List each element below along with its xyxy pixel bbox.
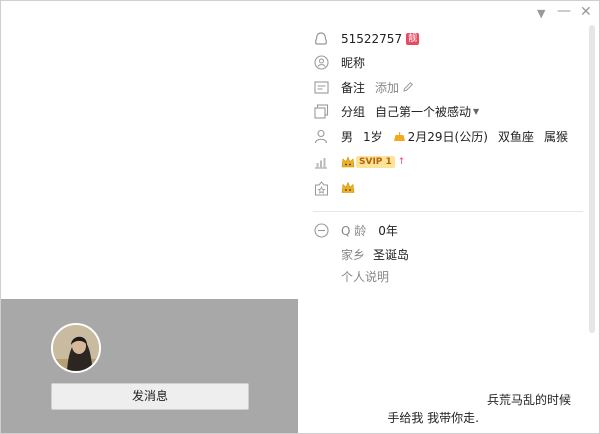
qq-number-row: 51522757 靓 [313,30,420,48]
signature-line-2: 手给我 我带你走. [387,411,479,425]
avatar[interactable] [51,323,101,373]
group-folder-icon [313,103,329,119]
remark-label: 备注 [341,80,366,95]
minus-circle-icon [313,222,329,238]
birthday: 2月29日(公历) [407,129,488,144]
level-row: SVIP 1 ↑ [313,153,405,171]
penguin-icon [313,31,329,47]
zodiac: 双鱼座 [497,129,534,144]
scrollbar[interactable] [589,25,595,333]
level-chart-icon [313,154,329,170]
chevron-down-icon[interactable]: ▼ [537,7,545,20]
avatar-image [53,325,99,371]
profile-cover-area: 发消息 [1,299,298,433]
chinese-zodiac: 属猴 [543,129,568,144]
minimize-icon[interactable]: — [557,3,571,19]
bio-row: 个人说明 [341,267,389,285]
hometown-value: 圣诞岛 [373,247,410,262]
person-icon [313,128,329,144]
qq-number: 51522757 [341,32,403,46]
birthday-cake-icon [393,131,406,142]
qage-value: 0年 [378,223,398,238]
divider [313,211,583,212]
profile-window: 发消息 ▼ — ✕ 51522757 靓 昵称 备注 添加 分组 自己第一个被感… [0,0,600,434]
age: 1岁 [363,129,383,144]
star-badge-icon [313,180,329,196]
send-message-button[interactable]: 发消息 [51,383,249,410]
group-select[interactable]: 自己第一个被感动 [375,103,471,120]
vip-crown-icon[interactable] [341,155,355,169]
bio-label: 个人说明 [341,269,390,284]
group-row: 分组 自己第一个被感动 ▼ [313,102,479,120]
gender: 男 [341,129,354,144]
svip-badge[interactable]: SVIP 1 [356,156,395,168]
nickname-row: 昵称 [313,53,365,71]
left-panel: 发消息 [1,1,298,433]
signature-line-1: 兵荒马乱的时候 [486,393,571,407]
personal-info-row: 男 1岁 2月29日(公历) 双鱼座 属猴 [313,127,568,145]
pretty-number-badge: 靓 [406,33,420,45]
id-card-icon [313,79,329,95]
qage-label: Q 龄 [341,223,367,238]
qage-row: Q 龄 0年 [313,221,398,239]
right-panel: ▼ — ✕ 51522757 靓 昵称 备注 添加 分组 自己第一个被感动 ▼ … [299,1,599,433]
group-label: 分组 [341,104,366,119]
hometown-row: 家乡 圣诞岛 [341,245,409,263]
level-up-arrow-icon: ↑ [397,157,406,167]
user-circle-icon [313,54,329,70]
close-icon[interactable]: ✕ [580,4,592,20]
remark-add-link[interactable]: 添加 [375,79,399,96]
hometown-label: 家乡 [341,247,366,262]
dropdown-caret-icon[interactable]: ▼ [473,107,479,116]
edit-pencil-icon[interactable] [402,81,414,93]
badges-row [313,179,355,197]
remark-row: 备注 添加 [313,78,414,96]
crown-badge-icon[interactable] [341,181,355,195]
nickname-label: 昵称 [341,55,366,70]
